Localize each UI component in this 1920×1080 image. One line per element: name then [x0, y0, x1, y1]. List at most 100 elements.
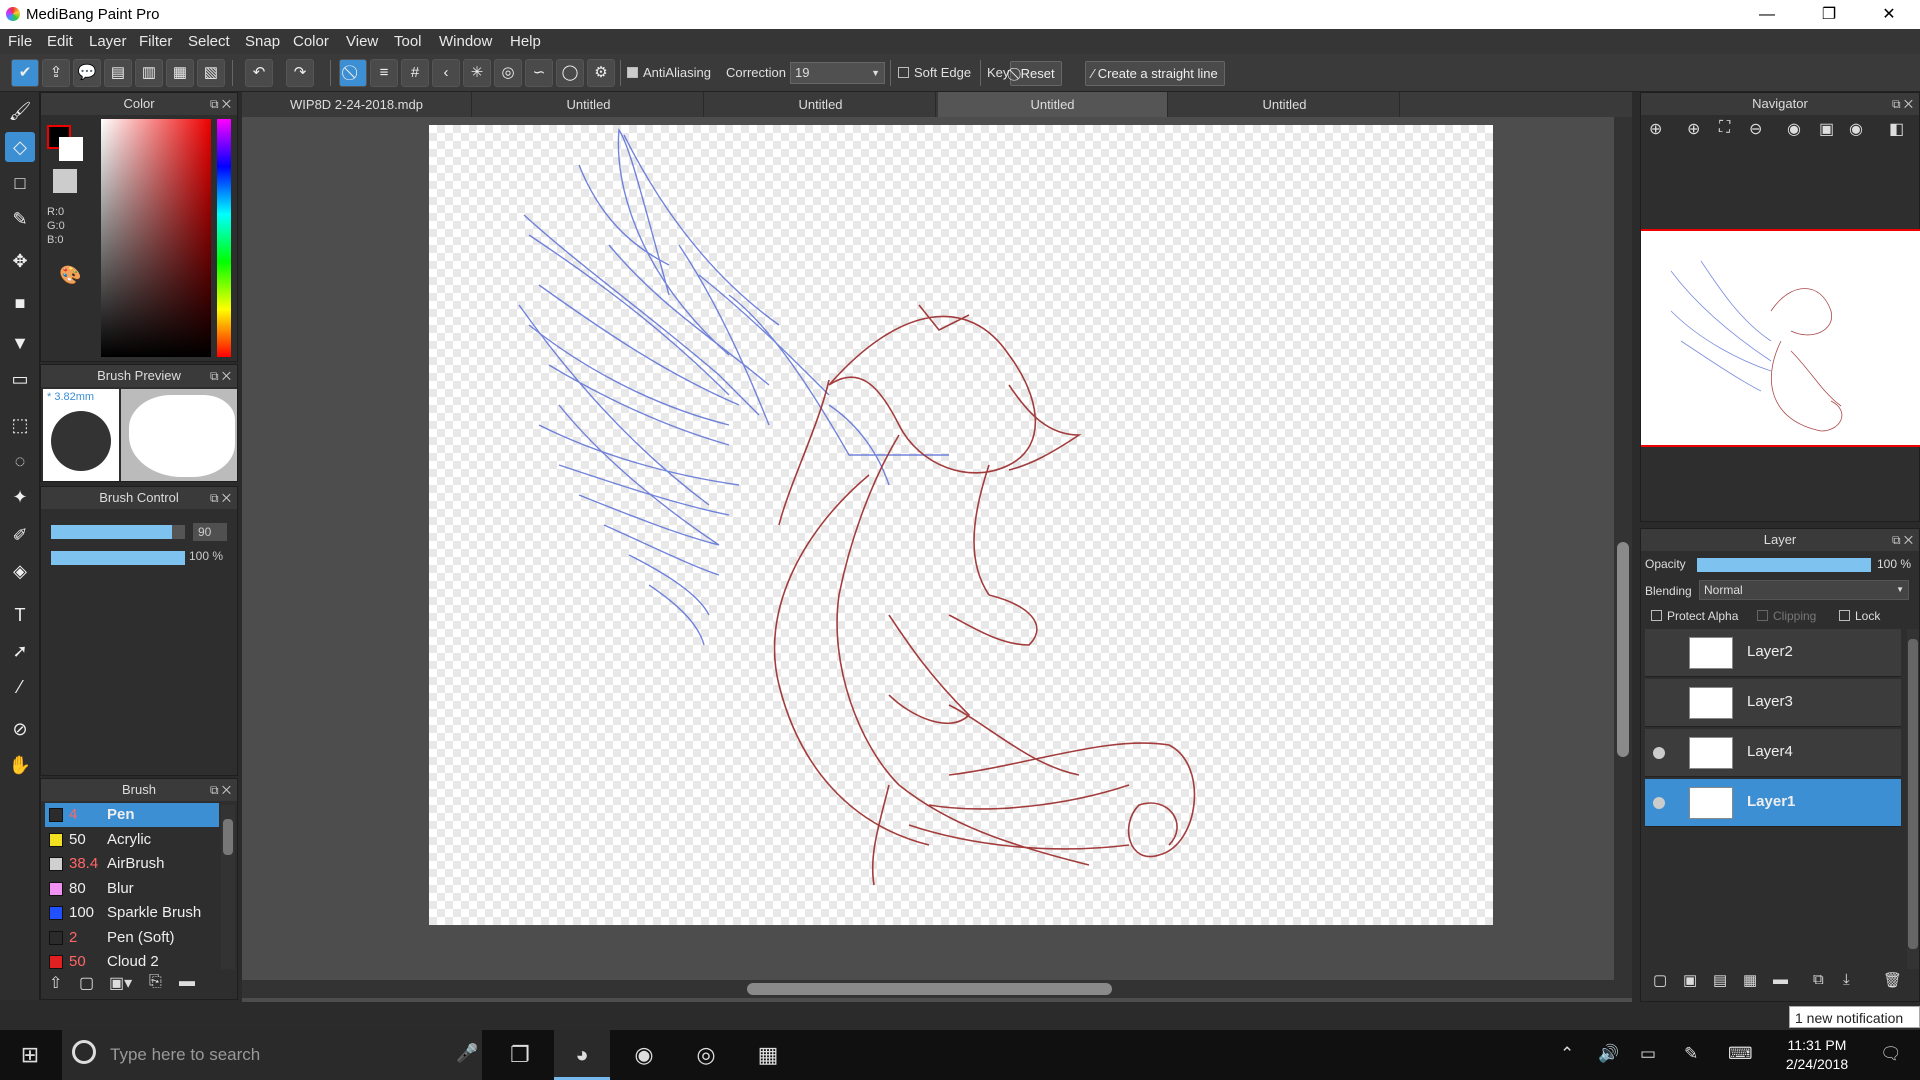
menu-layer[interactable]: Layer — [89, 33, 127, 50]
new-layer-icon[interactable]: ▢ — [1653, 971, 1667, 989]
new-halftone-layer-icon[interactable]: ▣ — [1683, 971, 1697, 989]
grid-icon[interactable]: ▧ — [197, 59, 225, 87]
correction-select[interactable]: 19 ▼ — [790, 62, 885, 84]
panel-icon[interactable]: ▦ — [166, 59, 194, 87]
menu-help[interactable]: Help — [510, 33, 541, 50]
snap-settings-icon[interactable]: ⚙ — [587, 59, 615, 87]
redo-icon[interactable]: ↷ — [286, 59, 314, 87]
vanishing-point-icon[interactable]: ‹ — [432, 59, 460, 87]
vertical-scrollbar[interactable] — [1614, 117, 1632, 982]
magic-wand-icon[interactable]: ✦ — [5, 482, 35, 512]
transparent-color-swatch[interactable] — [53, 169, 77, 193]
clock[interactable]: 11:31 PM 2/24/2018 — [1772, 1036, 1862, 1074]
layer-opacity-slider[interactable] — [1697, 558, 1871, 572]
merge-layer-icon[interactable]: ⤓ — [1843, 971, 1850, 988]
layer-folder-icon[interactable]: ▬ — [1773, 971, 1788, 988]
circle-snap-icon[interactable]: ◯ — [556, 59, 584, 87]
action-center-icon[interactable]: 🗨 — [1880, 1044, 1902, 1064]
cross-snap-icon[interactable]: # — [401, 59, 429, 87]
antialiasing-checkbox[interactable]: AntiAliasing — [627, 65, 711, 80]
menu-file[interactable]: File — [8, 33, 32, 50]
concentric-snap-icon[interactable]: ◎ — [494, 59, 522, 87]
pen-workspace-icon[interactable]: ✎ — [1684, 1044, 1698, 1064]
check-icon[interactable]: ✔ — [11, 59, 39, 87]
menu-color[interactable]: Color — [293, 33, 329, 50]
zoom-out-icon[interactable]: ⊖ — [1749, 119, 1762, 139]
menu-edit[interactable]: Edit — [47, 33, 73, 50]
paint-app-taskbar-icon[interactable]: ▦ — [740, 1030, 796, 1080]
tab-wip8d[interactable]: WIP8D 2-24-2018.mdp — [242, 92, 472, 117]
duplicate-layer-icon[interactable]: ⧉ — [1813, 971, 1824, 988]
panel-close-icon[interactable]: ⧉ ✕ — [210, 365, 231, 387]
panel-close-icon[interactable]: ⧉ ✕ — [1892, 93, 1913, 115]
fill-rect-icon[interactable]: ■ — [5, 288, 35, 318]
brush-item[interactable]: 2 Pen (Soft) — [45, 926, 219, 950]
operation-tool-icon[interactable]: ➚ — [5, 636, 35, 666]
delete-layer-icon[interactable]: 🗑 — [1883, 971, 1902, 989]
new-1bit-layer-icon[interactable]: ▦ — [1743, 971, 1757, 989]
curve-snap-icon[interactable]: ∽ — [525, 59, 553, 87]
menu-select[interactable]: Select — [188, 33, 230, 50]
speech-bubble-icon[interactable]: 💬 — [73, 59, 101, 87]
eraser-tool-icon[interactable]: ◇ — [5, 132, 35, 162]
move-tool-icon[interactable]: ✥ — [5, 246, 35, 276]
flip-icon[interactable]: ◧ — [1889, 119, 1904, 139]
select-rect-icon[interactable]: ⬚ — [5, 410, 35, 440]
snap-off-icon[interactable]: ⃠ — [339, 59, 367, 87]
new-8bit-layer-icon[interactable]: ▤ — [1713, 971, 1727, 989]
rotate-reset-icon[interactable]: ◉ — [1849, 119, 1863, 139]
protect-alpha-checkbox[interactable]: Protect Alpha — [1651, 609, 1738, 623]
layer-row[interactable]: Layer2 — [1645, 629, 1901, 677]
undo-icon[interactable]: ↶ — [245, 59, 273, 87]
hue-slider[interactable] — [217, 119, 231, 357]
comment-icon[interactable]: ▤ — [104, 59, 132, 87]
task-view-icon[interactable]: ❐ — [492, 1030, 548, 1080]
zoom-in-icon[interactable]: ⊕ — [1649, 119, 1662, 139]
brush-folder-icon[interactable]: ▬ — [179, 973, 195, 991]
brush-tool-icon[interactable]: 🖌 — [5, 96, 35, 126]
close-button[interactable]: ✕ — [1866, 0, 1912, 29]
panel-close-icon[interactable]: ⧉ ✕ — [210, 779, 231, 801]
layer-visibility-icon[interactable] — [1653, 797, 1665, 809]
fit-window-icon[interactable]: ▣ — [1819, 119, 1834, 139]
select-pen-icon[interactable]: ✐ — [5, 520, 35, 550]
microphone-icon[interactable]: 🎤 — [456, 1043, 478, 1064]
zoom-in-alt-icon[interactable]: ⊕ — [1687, 119, 1700, 139]
minimize-button[interactable]: — — [1744, 0, 1790, 29]
brush-list-scrollbar[interactable] — [221, 805, 235, 969]
dot-tool-icon[interactable]: □ — [5, 168, 35, 198]
navigator-preview[interactable] — [1641, 229, 1920, 447]
battery-icon[interactable]: ▭ — [1640, 1044, 1656, 1064]
blending-select[interactable]: Normal ▼ — [1699, 580, 1909, 600]
menu-view[interactable]: View — [346, 33, 378, 50]
layer-row[interactable]: Layer3 — [1645, 679, 1901, 727]
parallel-snap-icon[interactable]: ≡ — [370, 59, 398, 87]
drawing-canvas[interactable] — [429, 125, 1493, 925]
windows-start-icon[interactable]: ⊞ — [2, 1030, 58, 1080]
obs-taskbar-icon[interactable]: ◎ — [678, 1030, 734, 1080]
notification-toast[interactable]: 1 new notification — [1789, 1006, 1920, 1028]
pen-tool-icon[interactable]: ✎ — [5, 204, 35, 234]
medibang-taskbar-icon[interactable]: ◕ — [554, 1030, 610, 1080]
fit-icon[interactable]: ⛶ — [1719, 119, 1730, 137]
menu-tool[interactable]: Tool — [394, 33, 422, 50]
menu-window[interactable]: Window — [439, 33, 492, 50]
tab-untitled-2[interactable]: Untitled — [706, 92, 936, 117]
panel-close-icon[interactable]: ⧉ ✕ — [210, 487, 231, 509]
new-brush-icon[interactable]: ▢ — [79, 973, 94, 993]
background-color-swatch[interactable] — [59, 137, 83, 161]
menu-filter[interactable]: Filter — [139, 33, 172, 50]
brush-opacity-slider[interactable] — [51, 551, 185, 565]
layer-row[interactable]: Layer4 — [1645, 729, 1901, 777]
brush-item[interactable]: 50 Acrylic — [45, 828, 219, 852]
palette-icon[interactable]: 🎨 — [59, 265, 81, 286]
maximize-button[interactable]: ❐ — [1806, 0, 1852, 29]
tab-untitled-3[interactable]: Untitled — [938, 92, 1168, 117]
volume-icon[interactable]: 🔊 — [1598, 1044, 1619, 1064]
layer-list-scrollbar[interactable] — [1907, 629, 1919, 969]
radial-snap-icon[interactable]: ✳ — [463, 59, 491, 87]
menu-snap[interactable]: Snap — [245, 33, 280, 50]
brush-item[interactable]: 100 Sparkle Brush — [45, 901, 219, 925]
brush-menu-icon[interactable]: ▣▾ — [109, 973, 132, 993]
reset-button[interactable]: ⃠ Reset — [1010, 61, 1062, 86]
